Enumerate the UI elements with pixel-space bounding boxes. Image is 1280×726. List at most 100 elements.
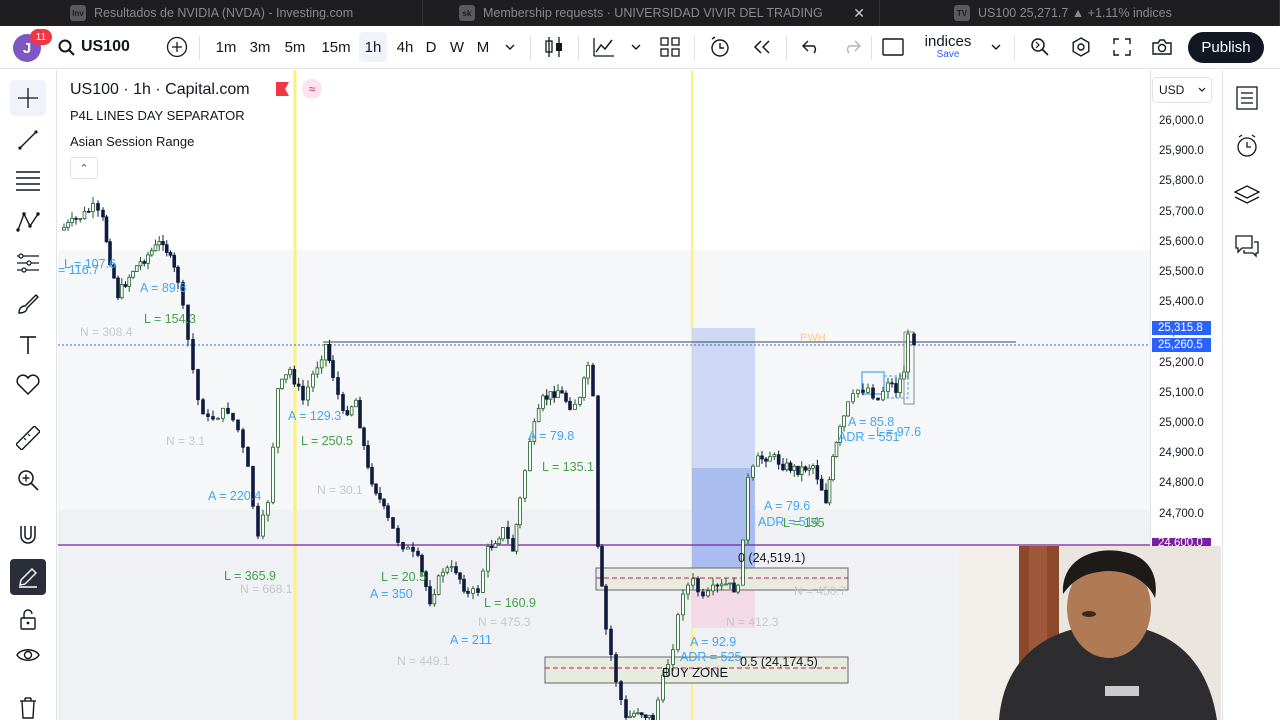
candle xyxy=(119,284,124,299)
indicator-legend[interactable]: Asian Session Range xyxy=(70,134,194,149)
interval-1d[interactable]: D xyxy=(422,32,440,62)
candle xyxy=(781,463,785,471)
layout-button[interactable] xyxy=(657,32,683,62)
price-tick-label: 25,600.0 xyxy=(1159,235,1204,248)
candle xyxy=(432,594,437,605)
rectangle-layout-icon xyxy=(882,38,904,56)
candle xyxy=(536,407,541,423)
candle xyxy=(596,395,600,547)
redo-button[interactable] xyxy=(839,32,865,62)
interval-4h[interactable]: 4h xyxy=(391,32,419,62)
fullscreen-button[interactable] xyxy=(1109,32,1135,62)
replay-button[interactable] xyxy=(749,32,775,62)
interval-1h[interactable]: 1h xyxy=(359,32,387,62)
pattern-tool[interactable] xyxy=(10,204,46,240)
drawing-toolbar xyxy=(0,70,57,720)
candle xyxy=(127,276,132,287)
interval-dropdown[interactable] xyxy=(500,32,520,62)
layout-dropdown[interactable] xyxy=(988,32,1004,62)
candle xyxy=(311,373,315,388)
browser-tab-skool[interactable]: sk Membership requests · UNIVERSIDAD VIV… xyxy=(423,0,880,26)
chat-button[interactable] xyxy=(1233,232,1261,260)
indicators-icon xyxy=(593,38,614,57)
candle xyxy=(74,217,78,220)
candle xyxy=(327,344,332,361)
candle xyxy=(711,584,715,592)
interval-1m[interactable]: 1m xyxy=(212,32,240,62)
price-tick-label: 24,900.0 xyxy=(1159,447,1204,460)
candle xyxy=(486,546,490,572)
crosshair-tool[interactable] xyxy=(10,80,46,116)
layers-icon xyxy=(1234,185,1260,204)
prediction-tool[interactable] xyxy=(10,245,46,281)
candle xyxy=(799,466,804,475)
position-target-zone[interactable] xyxy=(692,328,755,468)
watchlist-button[interactable] xyxy=(1233,84,1261,112)
measure-tool[interactable] xyxy=(10,420,46,456)
favorites-tool[interactable] xyxy=(10,367,46,403)
layout-name-button[interactable]: indices Save xyxy=(914,32,982,62)
candle xyxy=(261,514,265,537)
browser-tab-tradingview[interactable]: TV US100 25,271.7 ▲ +1.11% indices xyxy=(880,0,1280,26)
magnet-tool[interactable] xyxy=(10,517,46,553)
adr-annotation: A = 211 xyxy=(450,633,492,647)
adr-annotation: A = 79.8 xyxy=(528,429,574,443)
candle xyxy=(70,217,74,223)
remove-drawings-tool[interactable] xyxy=(10,690,46,726)
candle xyxy=(226,407,230,414)
compare-symbol-button[interactable] xyxy=(164,32,190,62)
object-tree-button[interactable] xyxy=(1233,182,1261,210)
candle xyxy=(803,466,808,471)
currency-select[interactable]: USD xyxy=(1152,77,1212,103)
interval-1mo[interactable]: M xyxy=(472,32,494,62)
settings-button[interactable] xyxy=(1068,32,1094,62)
symbol-label: US100 xyxy=(81,38,130,55)
indicators-button[interactable] xyxy=(591,32,617,62)
candle xyxy=(788,462,793,471)
browser-tab-investing[interactable]: Inv Resultados de NVIDIA (NVDA) - Invest… xyxy=(0,0,423,26)
chart-toolbar: J 11 US100 1m 3m 5m 15m 1h 4h D W M indi… xyxy=(0,26,1280,69)
interval-5m[interactable]: 5m xyxy=(281,32,309,62)
candle xyxy=(211,416,215,420)
collapse-legend-button[interactable]: ⌃ xyxy=(70,157,98,179)
candle xyxy=(201,399,205,415)
interval-3m[interactable]: 3m xyxy=(246,32,274,62)
snapshot-button[interactable] xyxy=(1149,32,1175,62)
alert-button[interactable] xyxy=(707,32,733,62)
candle xyxy=(619,681,623,701)
toolbar-divider xyxy=(1014,36,1015,60)
close-tab-icon[interactable]: ✕ xyxy=(853,5,865,22)
quick-search-button[interactable] xyxy=(1027,32,1053,62)
lock-all-drawings-tool[interactable] xyxy=(10,601,46,637)
candle xyxy=(506,527,510,539)
range-annotation: N = 412.3 xyxy=(726,615,779,629)
candle-type-button[interactable] xyxy=(541,32,567,62)
pattern-icon xyxy=(16,212,40,232)
interval-1w[interactable]: W xyxy=(446,32,468,62)
candle xyxy=(374,483,378,494)
stay-in-drawing-mode-tool[interactable] xyxy=(10,559,46,595)
publish-button[interactable]: Publish xyxy=(1188,32,1264,63)
trendline-tool[interactable] xyxy=(10,122,46,158)
hide-drawings-tool[interactable] xyxy=(10,637,46,673)
interval-15m[interactable]: 15m xyxy=(318,32,354,62)
layout-select-button[interactable] xyxy=(880,32,906,62)
text-tool[interactable] xyxy=(10,327,46,363)
candle xyxy=(382,498,386,507)
fib-tool[interactable] xyxy=(10,163,46,199)
candle xyxy=(116,277,120,299)
indicators-dropdown[interactable] xyxy=(628,32,644,62)
alerts-button[interactable] xyxy=(1233,132,1261,160)
candle xyxy=(134,265,139,272)
zoom-tool[interactable] xyxy=(10,462,46,498)
undo-button[interactable] xyxy=(798,32,824,62)
candle xyxy=(164,244,169,253)
symbol-search-button[interactable]: US100 xyxy=(58,32,138,62)
candle xyxy=(552,391,557,398)
symbol-legend[interactable]: US100 · 1h · Capital.com xyxy=(70,81,250,99)
brush-tool[interactable] xyxy=(10,286,46,322)
wave-icon[interactable]: ≈ xyxy=(302,79,322,99)
indicator-legend[interactable]: P4L LINES DAY SEPARATOR xyxy=(70,108,245,123)
candle xyxy=(378,492,382,500)
range-annotation: N = 449.1 xyxy=(397,654,450,668)
